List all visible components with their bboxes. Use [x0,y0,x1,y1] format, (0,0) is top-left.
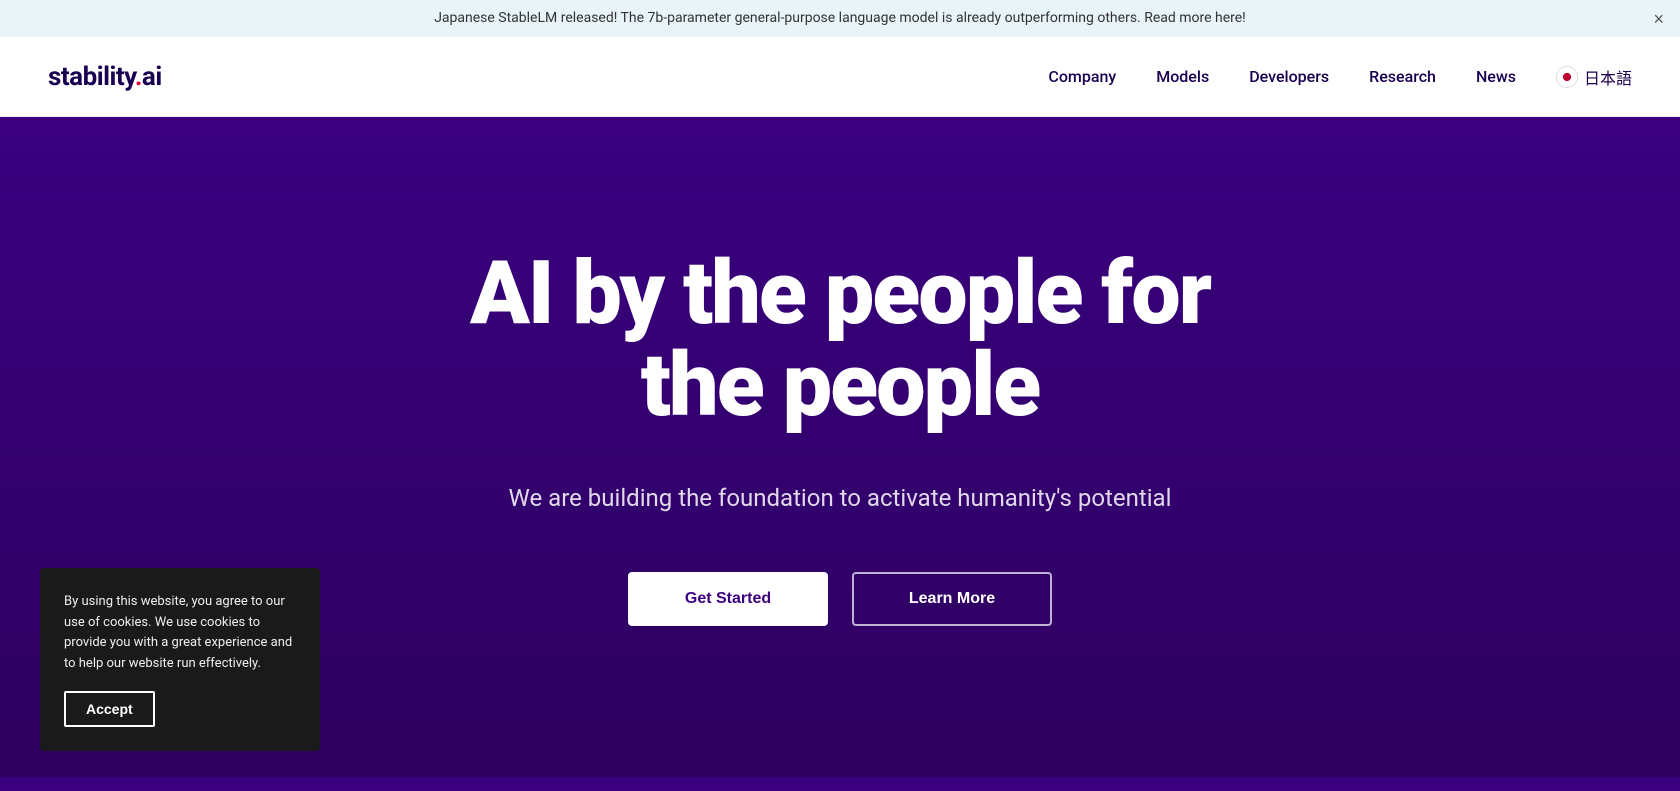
nav-item-research: Research [1369,67,1436,86]
banner-close-button[interactable]: × [1653,10,1664,28]
logo-dot: . [135,62,142,92]
japan-flag-icon [1556,66,1578,88]
cookie-accept-button[interactable]: Accept [64,691,155,727]
japan-link[interactable]: 日本語 [1556,65,1632,89]
nav-link-company[interactable]: Company [1048,67,1116,86]
nav-item-japan: 日本語 [1556,65,1632,89]
logo-text: stability.ai [48,62,162,92]
hero-title: AI by the people for the people [430,248,1250,433]
nav-item-models: Models [1156,67,1209,86]
logo-ai: ai [142,62,162,92]
hero-subtitle: We are building the foundation to activa… [509,480,1172,516]
announcement-banner: Japanese StableLM released! The 7b-param… [0,0,1680,37]
nav-item-company: Company [1048,67,1116,86]
nav-link-research[interactable]: Research [1369,67,1436,86]
nav-item-developers: Developers [1249,67,1329,86]
hero-buttons: Get Started Learn More [628,572,1052,626]
nav-item-news: News [1476,67,1516,86]
navbar: stability.ai Company Models Developers R… [0,37,1680,117]
cookie-text: By using this website, you agree to our … [64,592,296,675]
logo-link[interactable]: stability.ai [48,62,162,92]
announcement-text: Japanese StableLM released! The 7b-param… [434,10,1246,26]
logo-stability: stability [48,62,135,92]
cookie-banner: By using this website, you agree to our … [40,568,320,751]
japan-label: 日本語 [1584,65,1632,89]
learn-more-button[interactable]: Learn More [852,572,1052,626]
nav-menu: Company Models Developers Research News … [1048,65,1632,89]
nav-link-developers[interactable]: Developers [1249,67,1329,86]
nav-link-models[interactable]: Models [1156,67,1209,86]
nav-link-news[interactable]: News [1476,67,1516,86]
get-started-button[interactable]: Get Started [628,572,828,626]
